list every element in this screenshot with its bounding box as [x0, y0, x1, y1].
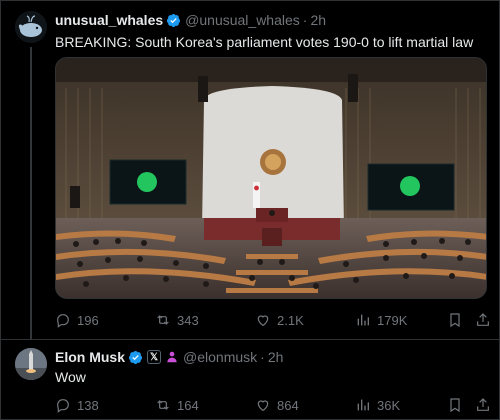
display-name[interactable]: Elon Musk [55, 349, 125, 365]
like-count: 864 [277, 397, 299, 413]
views-count: 36K [377, 397, 401, 413]
like-icon [257, 400, 269, 412]
reply-icon [57, 399, 69, 413]
like-count: 2.1K [277, 312, 304, 328]
timestamp[interactable]: 2h [310, 12, 326, 28]
like-button[interactable]: 2.1K [255, 311, 304, 329]
views-icon [357, 314, 369, 326]
timestamp[interactable]: 2h [268, 349, 284, 365]
display-name[interactable]: unusual_whales [55, 12, 163, 28]
tweet-actions: 138 164 864 36K [55, 396, 491, 414]
tweet-text: BREAKING: South Korea's parliament votes… [55, 34, 474, 50]
bookmark-icon [450, 313, 460, 328]
handle[interactable]: @elonmusk [183, 349, 257, 365]
separator-dot: · [302, 12, 308, 28]
views-icon [357, 399, 369, 411]
share-button[interactable] [475, 396, 491, 414]
vote-indicator-left [137, 172, 157, 192]
avatar-unusual-whales[interactable] [15, 11, 47, 43]
reply-button[interactable]: 196 [55, 311, 99, 329]
avatar-elon-musk[interactable] [15, 348, 47, 380]
repost-count: 343 [177, 312, 199, 328]
tweet-header: unusual_whales @unusual_whales · 2h [55, 11, 326, 29]
reply-icon [57, 314, 69, 328]
repost-button[interactable]: 164 [155, 396, 199, 414]
tweet-unusual-whales[interactable]: unusual_whales @unusual_whales · 2h BREA… [1, 1, 500, 339]
views-button[interactable]: 179K [355, 311, 407, 329]
share-icon [477, 313, 489, 326]
reply-button[interactable]: 138 [55, 396, 99, 414]
repost-count: 164 [177, 397, 199, 413]
share-button[interactable] [475, 311, 491, 329]
views-button[interactable]: 36K [355, 396, 400, 414]
vote-indicator-right [400, 176, 420, 196]
reply-count: 138 [77, 397, 99, 413]
tweet-text: Wow [55, 369, 86, 385]
repost-icon [157, 315, 169, 325]
tweet-header: Elon Musk 𝕏 @elonmusk · 2h [55, 348, 283, 366]
thread-line [30, 47, 32, 339]
separator-dot: · [260, 349, 265, 365]
bookmark-icon [450, 398, 460, 413]
handle[interactable]: @unusual_whales [185, 12, 300, 28]
reply-count: 196 [77, 312, 99, 328]
repost-button[interactable]: 343 [155, 311, 199, 329]
bookmark-button[interactable] [447, 311, 463, 329]
repost-icon [157, 400, 169, 410]
parliament-chamber-image [56, 58, 486, 298]
share-icon [477, 398, 489, 411]
tweet-elon-musk[interactable]: Elon Musk 𝕏 @elonmusk · 2h Wow 138 164 8… [1, 339, 500, 420]
tweet-actions: 196 343 2.1K 179K [55, 311, 491, 329]
bookmark-button[interactable] [447, 396, 463, 414]
timeline: unusual_whales @unusual_whales · 2h BREA… [0, 0, 500, 420]
verified-badge-icon [128, 350, 143, 364]
x-affiliate-icon[interactable]: 𝕏 [147, 350, 162, 364]
like-button[interactable]: 864 [255, 396, 299, 414]
person-badge-icon [167, 351, 177, 363]
tweet-photo[interactable] [55, 57, 487, 299]
views-count: 179K [377, 312, 408, 328]
like-icon [257, 315, 269, 327]
verified-badge-icon [167, 13, 181, 27]
